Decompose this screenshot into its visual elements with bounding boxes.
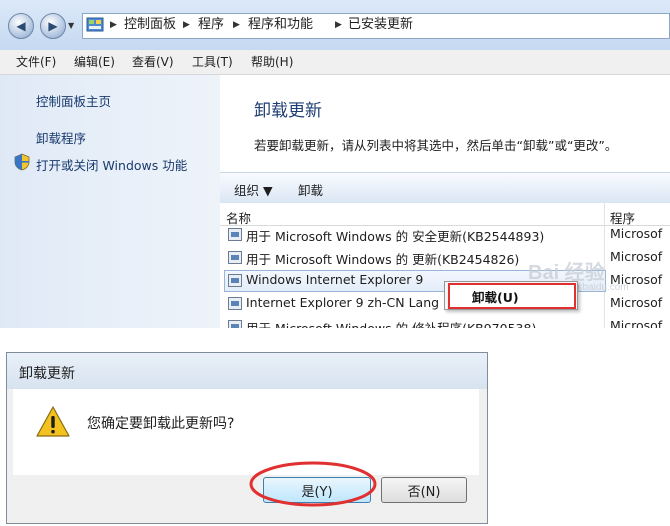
breadcrumb-control-panel[interactable]: 控制面板	[124, 15, 176, 35]
breadcrumb-separator-icon: ▶	[183, 20, 190, 30]
menu-file[interactable]: 文件(F)	[16, 54, 56, 70]
list-header	[220, 203, 670, 226]
uac-shield-icon	[14, 153, 30, 171]
back-button[interactable]: ◀	[8, 13, 34, 39]
breadcrumb-programs-features[interactable]: 程序和功能	[248, 15, 313, 35]
no-button[interactable]: 否(N)	[381, 477, 467, 503]
windows-features-link[interactable]: 打开或关闭 Windows 功能	[36, 155, 187, 174]
context-menu-uninstall[interactable]: 卸载(U)	[472, 287, 519, 306]
list-item-program: Microsof	[610, 226, 663, 241]
organize-button[interactable]: 组织 ▼	[234, 180, 273, 199]
forward-button[interactable]: ▶	[40, 13, 66, 39]
update-icon	[228, 320, 242, 328]
highlight-ring	[249, 461, 377, 507]
uninstall-program-link[interactable]: 卸载程序	[36, 128, 86, 147]
page-title: 卸载更新	[254, 101, 322, 121]
list-item[interactable]: 用于 Microsoft Windows 的 安全更新(KB2544893)	[246, 226, 544, 245]
control-panel-icon	[86, 17, 104, 32]
page-description: 若要卸载更新，请从列表中将其选中，然后单击“卸载”或“更改”。	[254, 138, 618, 153]
menu-help[interactable]: 帮助(H)	[251, 54, 293, 70]
breadcrumb-separator-icon: ▶	[110, 20, 117, 30]
menu-edit[interactable]: 编辑(E)	[74, 54, 115, 70]
list-item-program: Microsof	[610, 295, 663, 310]
control-panel-home-link[interactable]: 控制面板主页	[36, 91, 111, 110]
column-header-program[interactable]: 程序	[610, 208, 635, 227]
breadcrumb-installed-updates[interactable]: 已安装更新	[348, 15, 413, 35]
update-icon	[228, 274, 242, 287]
dialog-message: 您确定要卸载此更新吗?	[87, 416, 235, 432]
dialog-title: 卸载更新	[19, 366, 75, 382]
list-item-program: Microsof	[610, 249, 663, 264]
uninstall-toolbar-button[interactable]: 卸载	[298, 180, 323, 199]
list-item[interactable]: 用于 Microsoft Windows 的 更新(KB2454826)	[246, 249, 519, 268]
dialog-body	[13, 389, 479, 475]
uninstall-confirm-dialog: 卸载更新 您确定要卸载此更新吗? 是(Y) 否(N)	[6, 352, 488, 524]
update-icon	[228, 251, 242, 264]
task-pane	[0, 75, 220, 328]
list-item[interactable]: Internet Explorer 9 zh-CN Lang	[246, 295, 439, 310]
back-arrow-icon: ◀	[16, 19, 26, 33]
recent-pages-chevron-icon[interactable]: ▼	[68, 21, 74, 30]
command-bar	[220, 172, 670, 204]
breadcrumb-separator-icon: ▶	[233, 20, 240, 30]
update-icon	[228, 228, 242, 241]
breadcrumb-programs[interactable]: 程序	[198, 15, 224, 35]
column-header-name[interactable]: 名称	[226, 208, 251, 227]
breadcrumb-separator-icon: ▶	[335, 20, 342, 30]
warning-icon	[36, 406, 70, 437]
update-icon	[228, 297, 242, 310]
installed-updates-window: ◀ ▶ ▼ ▶ 控制面板 ▶ 程序 ▶ 程序和功能 ▶ 已安装更新 文件(F) …	[0, 0, 670, 328]
menu-view[interactable]: 查看(V)	[132, 54, 174, 70]
menu-tools[interactable]: 工具(T)	[192, 54, 233, 70]
list-item-program: Microsof	[610, 318, 663, 328]
list-item[interactable]: 用于 Microsoft Windows 的 修补程序(KB970538)	[246, 318, 536, 328]
list-item-selected[interactable]: Windows Internet Explorer 9	[246, 272, 423, 287]
dialog-titlebar	[7, 353, 487, 389]
forward-arrow-icon: ▶	[48, 19, 58, 33]
